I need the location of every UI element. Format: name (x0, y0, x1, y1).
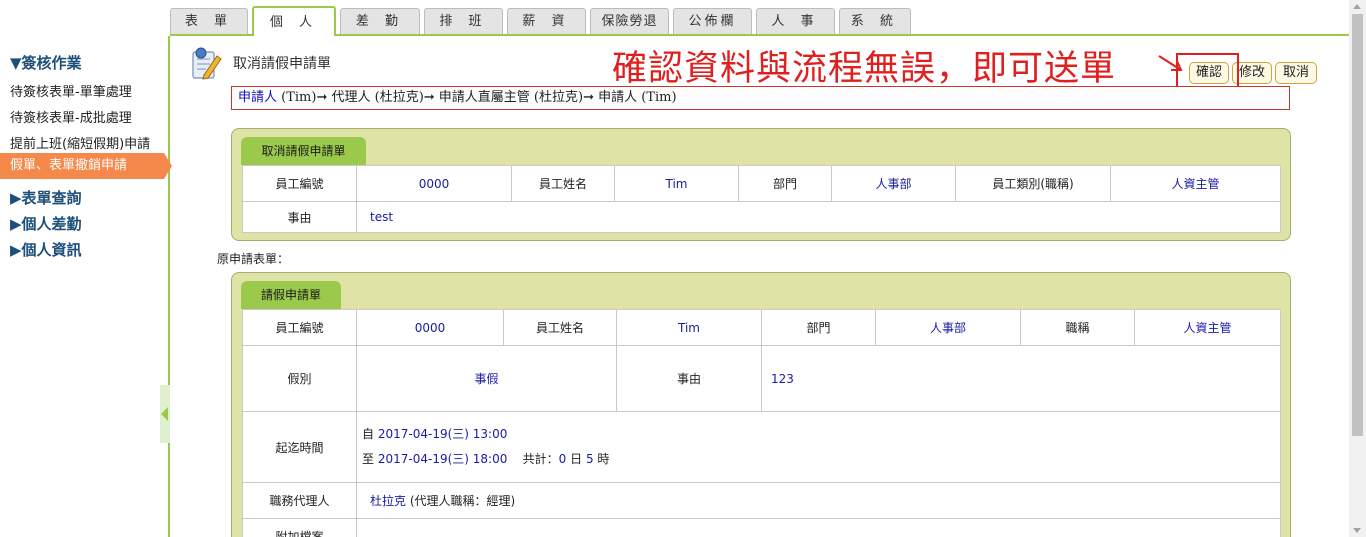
value-to: 2017-04-19(三) 18:00 (377, 452, 508, 466)
chevron-left-icon (161, 407, 168, 421)
total-label: 共計： (522, 452, 559, 466)
value-agent: 杜拉克 (370, 494, 407, 508)
label-reason: 事由 (616, 345, 762, 412)
flow-applicant-final: 申請人 (Tim) (598, 90, 677, 105)
label-agent: 職務代理人 (242, 482, 357, 519)
sidebar-item-revoke-active[interactable]: 假單、表單撤銷申請 (0, 153, 164, 179)
label-emp-no: 員工編號 (242, 165, 357, 202)
value-reason: 123 (761, 345, 1281, 412)
sidebar: ▼簽核作業 待簽核表單-單筆處理 待簽核表單-成批處理 提前上班(縮短假期)申請… (0, 36, 172, 537)
label-title: 職稱 (1020, 309, 1135, 346)
value-emp-type: 人資主管 (1110, 165, 1281, 202)
flow-applicant: 申請人 (238, 90, 278, 105)
page-title: 取消請假申請單 (233, 56, 331, 72)
value-days: 0 (558, 452, 567, 466)
label-attachment: 附加檔案 (242, 518, 357, 537)
label-dept: 部門 (738, 165, 832, 202)
to-prefix: 至 (362, 452, 375, 466)
label-emp-no: 員工編號 (242, 309, 357, 346)
label-leave-type: 假別 (242, 345, 357, 412)
tab-underline (170, 34, 1350, 36)
sidebar-section-personal-info[interactable]: ▶個人資訊 (10, 239, 82, 260)
value-hours: 5 (585, 452, 594, 466)
value-reason: test (356, 201, 1281, 233)
cancel-form-table: 員工編號 0000 員工姓名 Tim 部門 人事部 員工類別(職稱) 人資主管 … (242, 165, 1281, 233)
value-from: 2017-04-19(三) 13:00 (377, 427, 508, 441)
active-pointer (164, 153, 172, 179)
value-title: 人資主管 (1134, 309, 1281, 346)
sidebar-item-pending-single[interactable]: 待簽核表單-單筆處理 (10, 81, 132, 100)
value-dept: 人事部 (831, 165, 956, 202)
top-tab-bar: 表 單 個 人 差 勤 排 班 薪 資 保險勞退 公佈欄 人 事 系 統 (170, 6, 1350, 36)
flow-arrow: ➞ (583, 90, 599, 105)
agent-note: (代理人職稱：經理) (409, 494, 516, 508)
flow-supervisor: 申請人直屬主管 (杜拉克) (438, 90, 584, 105)
day-unit: 日 (570, 452, 583, 466)
original-form-label: 原申請表單： (217, 252, 290, 266)
flow-arrow: ➞ (423, 90, 439, 105)
value-leave-type: 事假 (356, 345, 617, 412)
approval-flow: 申請人 (Tim)➞ 代理人 (杜拉克)➞ 申請人直屬主管 (杜拉克)➞ 申請人… (231, 86, 1290, 110)
tab-scheduling[interactable]: 排 班 (424, 8, 503, 34)
flow-applicant-name: (Tim) (277, 90, 317, 105)
scroll-up-icon[interactable] (1353, 4, 1361, 9)
flow-arrow: ➞ (316, 90, 332, 105)
tab-insurance[interactable]: 保險勞退 (590, 8, 669, 34)
sidebar-collapse-handle[interactable] (160, 385, 170, 443)
tab-personal[interactable]: 個 人 (252, 6, 336, 36)
document-edit-icon (190, 46, 222, 80)
tab-salary[interactable]: 薪 資 (507, 8, 586, 34)
from-prefix: 自 (362, 427, 375, 441)
label-period: 起迄時間 (242, 411, 357, 483)
label-emp-name: 員工姓名 (503, 309, 617, 346)
sidebar-section-form-query[interactable]: ▶表單查詢 (10, 187, 82, 208)
value-emp-no: 0000 (356, 309, 504, 346)
sidebar-item-pending-batch[interactable]: 待簽核表單-成批處理 (10, 107, 132, 126)
label-emp-type: 員工類別(職稱) (955, 165, 1111, 202)
agent-cell: 杜拉克 (代理人職稱：經理) (356, 482, 1281, 519)
flow-agent: 代理人 (杜拉克) (331, 90, 424, 105)
period-cell: 自 2017-04-19(三) 13:00 至 2017-04-19(三) 18… (356, 411, 1281, 483)
tab-cancel-form[interactable]: 取消請假申請單 (241, 137, 366, 165)
tab-attendance[interactable]: 差 勤 (340, 8, 420, 34)
tab-bulletin[interactable]: 公佈欄 (673, 8, 752, 34)
tab-leave-form[interactable]: 請假申請單 (241, 281, 341, 309)
tab-form[interactable]: 表 單 (170, 8, 248, 34)
value-emp-name: Tim (616, 309, 762, 346)
label-reason: 事由 (242, 201, 357, 233)
attachment-cell (356, 518, 1281, 537)
instruction-note: 確認資料與流程無誤，即可送單 (612, 49, 1117, 89)
vertical-scrollbar[interactable] (1349, 0, 1366, 537)
sidebar-item-early-work[interactable]: 提前上班(縮短假期)申請 (10, 133, 150, 152)
sidebar-section-personal-attendance[interactable]: ▶個人差勤 (10, 213, 82, 234)
leave-form-table: 員工編號 0000 員工姓名 Tim 部門 人事部 職稱 人資主管 假別 事假 … (242, 309, 1281, 537)
leave-form-panel: 請假申請單 員工編號 0000 員工姓名 Tim 部門 人事部 職稱 人資主管 … (231, 272, 1291, 537)
cancel-button[interactable]: 取消 (1275, 62, 1317, 84)
value-emp-no: 0000 (356, 165, 512, 202)
hour-unit: 時 (597, 452, 610, 466)
sidebar-section-approval[interactable]: ▼簽核作業 (10, 52, 82, 73)
tab-system[interactable]: 系 統 (839, 8, 911, 34)
tab-hr[interactable]: 人 事 (756, 8, 835, 34)
scroll-down-icon[interactable] (1353, 528, 1361, 533)
value-dept: 人事部 (875, 309, 1021, 346)
value-emp-name: Tim (614, 165, 739, 202)
cancel-form-panel: 取消請假申請單 員工編號 0000 員工姓名 Tim 部門 人事部 員工類別(職… (231, 128, 1291, 241)
label-emp-name: 員工姓名 (511, 165, 615, 202)
scrollbar-thumb[interactable] (1352, 14, 1363, 436)
label-dept: 部門 (761, 309, 876, 346)
